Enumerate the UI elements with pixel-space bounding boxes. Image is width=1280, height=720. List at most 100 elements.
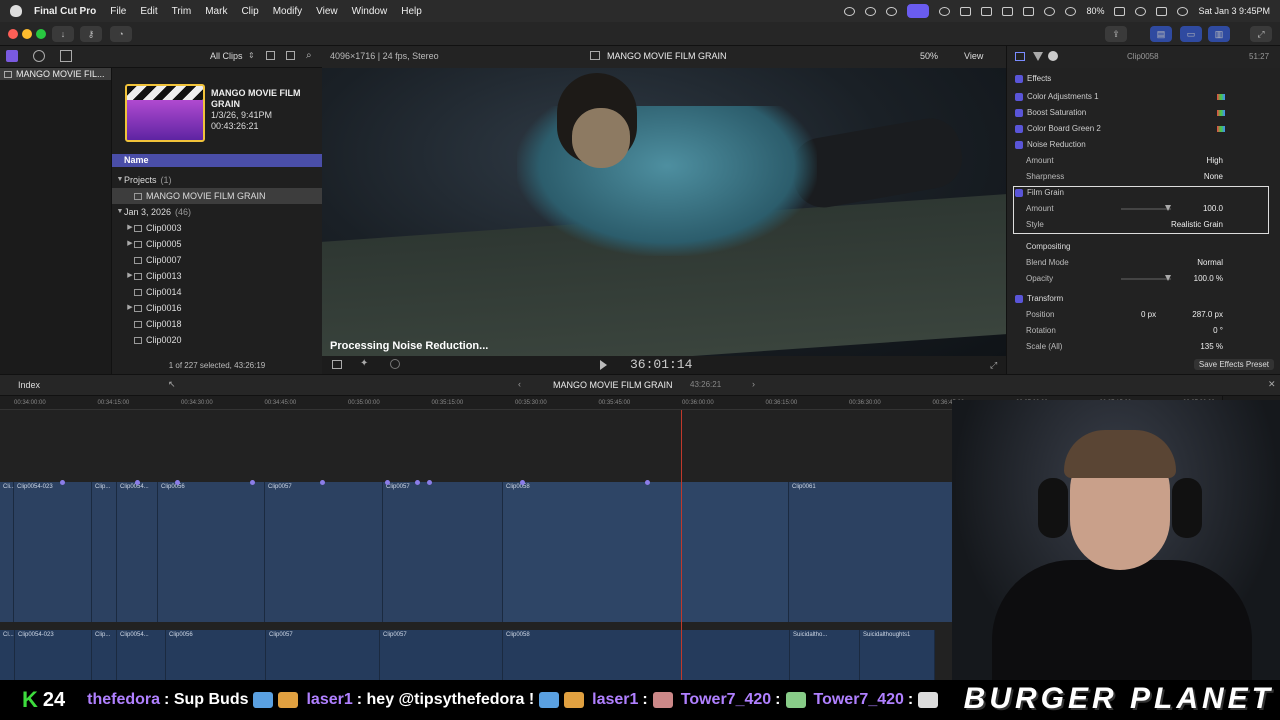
opacity-value[interactable]: 100.0 %: [1194, 271, 1223, 287]
zoom-select[interactable]: 50%: [920, 51, 938, 61]
camera-icon[interactable]: [960, 6, 972, 16]
disclosure-triangle-icon[interactable]: ▼: [116, 204, 124, 220]
color-mask-icon[interactable]: [1217, 94, 1225, 100]
menu-clock[interactable]: Sat Jan 3 9:45PM: [1198, 6, 1270, 16]
compositing-header[interactable]: Compositing: [1007, 239, 1280, 255]
menu-clip[interactable]: Clip: [241, 6, 258, 17]
titles-icon[interactable]: [60, 50, 72, 62]
timeline-clip[interactable]: Clip0056: [158, 482, 265, 622]
project-thumbnail[interactable]: [125, 84, 205, 142]
opacity-slider[interactable]: [1121, 275, 1171, 281]
blend-mode-select[interactable]: Normal: [1197, 255, 1223, 271]
search-icon[interactable]: [1135, 6, 1147, 16]
nr-sharpness-select[interactable]: None: [1204, 169, 1223, 185]
close-window-button[interactable]: [8, 29, 18, 39]
keyframe-marker[interactable]: [645, 480, 650, 485]
gamepad-icon[interactable]: [981, 6, 993, 16]
settings-icon[interactable]: [286, 51, 295, 60]
keyframe-marker[interactable]: [385, 480, 390, 485]
keyframe-marker[interactable]: [250, 480, 255, 485]
fg-amount-value[interactable]: 100.0: [1203, 201, 1223, 217]
effect-checkbox[interactable]: [1015, 125, 1023, 133]
library-item[interactable]: MANGO MOVIE FIL...: [0, 68, 111, 80]
speed-icon[interactable]: [390, 359, 400, 369]
keyframe-marker[interactable]: [520, 480, 525, 485]
nr-amount-select[interactable]: High: [1207, 153, 1223, 169]
timeline-clip[interactable]: Clip...: [92, 482, 117, 622]
audio-clip[interactable]: Clip0054-023: [15, 630, 92, 680]
effect-checkbox[interactable]: [1015, 109, 1023, 117]
background-tasks-button[interactable]: ◔: [110, 26, 132, 42]
select-tool-icon[interactable]: ↖: [168, 379, 176, 390]
display-icon[interactable]: [1002, 6, 1014, 16]
fg-amount-slider[interactable]: [1121, 205, 1171, 211]
menu-app-name[interactable]: Final Cut Pro: [34, 6, 96, 17]
keyframe-marker[interactable]: [320, 480, 325, 485]
browser-row[interactable]: Clip0020: [112, 332, 322, 348]
effect-checkbox[interactable]: [1015, 141, 1023, 149]
effect-checkbox[interactable]: [1015, 189, 1023, 197]
position-y-value[interactable]: 287.0 px: [1192, 307, 1223, 323]
info-icon[interactable]: [1048, 51, 1058, 61]
colorwheel-icon[interactable]: [886, 6, 898, 16]
play-circle-icon[interactable]: [939, 6, 951, 16]
browser-row[interactable]: Clip0014: [112, 284, 322, 300]
audio-clip[interactable]: Clip0058: [503, 630, 790, 680]
clip-filter-select[interactable]: All Clips: [210, 51, 243, 61]
menu-modify[interactable]: Modify: [273, 6, 302, 17]
audio-clip[interactable]: Suicidalthoughts1: [860, 630, 935, 680]
audio-clip[interactable]: Clip0056: [166, 630, 266, 680]
effect-noise-reduction[interactable]: Noise Reduction: [1007, 137, 1280, 153]
effect-color-adjustments[interactable]: Color Adjustments 1: [1007, 89, 1280, 105]
fg-style-select[interactable]: Realistic Grain: [1171, 217, 1223, 233]
browser-row[interactable]: Clip0007: [112, 252, 322, 268]
control-center-icon[interactable]: [1156, 6, 1168, 16]
effect-boost-saturation[interactable]: Boost Saturation: [1007, 105, 1280, 121]
browser-row[interactable]: MANGO MOVIE FILM GRAIN: [112, 188, 322, 204]
share-button[interactable]: ⇪: [1105, 26, 1127, 42]
apple-icon[interactable]: [10, 5, 22, 17]
browser-row[interactable]: ▼ Jan 3, 2026 (46): [112, 204, 322, 220]
color-mask-icon[interactable]: [1217, 110, 1225, 116]
menu-help[interactable]: Help: [401, 6, 422, 17]
name-column-header[interactable]: Name: [112, 154, 322, 167]
effect-color-board[interactable]: Color Board Green 2: [1007, 121, 1280, 137]
transform-checkbox[interactable]: [1015, 295, 1023, 303]
scale-value[interactable]: 135 %: [1200, 339, 1223, 355]
timeline-clip[interactable]: Clip0054-023: [14, 482, 92, 622]
magic-wand-icon[interactable]: ✦: [360, 358, 368, 369]
fullscreen-viewer-icon[interactable]: ⤢: [990, 360, 997, 371]
menu-window[interactable]: Window: [352, 6, 388, 17]
timeline-clip[interactable]: Clip0058: [503, 482, 789, 622]
menu-edit[interactable]: Edit: [140, 6, 157, 17]
libraries-icon[interactable]: [6, 50, 18, 62]
globe-icon[interactable]: [844, 6, 856, 16]
disclosure-triangle-icon[interactable]: ▶: [126, 220, 134, 236]
cloud-icon[interactable]: [1023, 6, 1035, 16]
audio-clip[interactable]: Suicidaltho...: [790, 630, 860, 680]
timeline-project-name[interactable]: MANGO MOVIE FILM GRAIN: [553, 380, 673, 390]
disclosure-triangle-icon[interactable]: ▶: [126, 268, 134, 284]
menu-file[interactable]: File: [110, 6, 126, 17]
effect-checkbox[interactable]: [1015, 93, 1023, 101]
layout-browser-button[interactable]: ▤: [1150, 26, 1172, 42]
browser-row[interactable]: ▶ Clip0016: [112, 300, 322, 316]
search-icon[interactable]: ⌕: [306, 50, 312, 61]
minimize-window-button[interactable]: [22, 29, 32, 39]
keyframe-marker[interactable]: [175, 480, 180, 485]
save-effects-preset-button[interactable]: Save Effects Preset: [1193, 359, 1274, 370]
siri-icon[interactable]: [1177, 6, 1189, 16]
browser-row[interactable]: ▶ Clip0013: [112, 268, 322, 284]
timeline-clip[interactable]: Clip0057: [265, 482, 383, 622]
rotation-value[interactable]: 0 °: [1213, 323, 1223, 339]
screen-share-icon[interactable]: [907, 4, 930, 18]
record-icon[interactable]: [865, 6, 877, 16]
timeline-clip[interactable]: Clip0054...: [117, 482, 158, 622]
audio-clip[interactable]: Clip0057: [266, 630, 380, 680]
index-button[interactable]: Index: [18, 380, 40, 390]
list-view-icon[interactable]: [266, 51, 275, 60]
effect-film-grain[interactable]: Film Grain: [1007, 185, 1280, 201]
audio-clip[interactable]: Cl...: [0, 630, 15, 680]
position-x-value[interactable]: 0 px: [1141, 307, 1156, 323]
menu-view[interactable]: View: [316, 6, 338, 17]
